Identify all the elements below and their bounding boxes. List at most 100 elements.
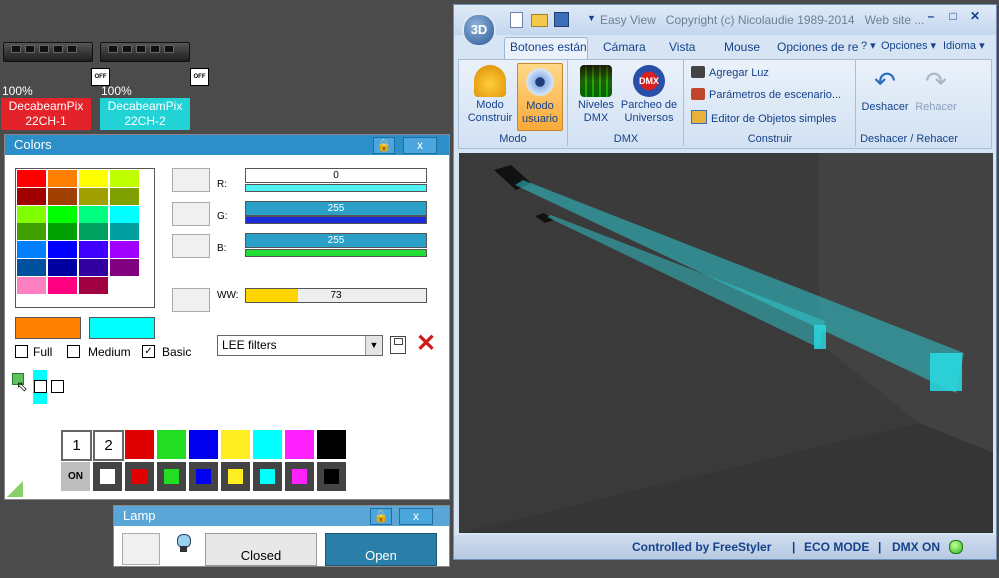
fixture-1-icon[interactable] (1, 36, 93, 66)
fixture-2-off-button[interactable]: OFF (190, 68, 209, 86)
lamp-open-button[interactable]: Open (325, 533, 437, 566)
save-filter-icon[interactable] (390, 336, 406, 354)
palette-swatch[interactable] (17, 241, 46, 259)
filter-select[interactable]: LEE filters ▼ (217, 335, 383, 356)
r-value-bar[interactable]: 0 (245, 168, 427, 183)
b-reset-button[interactable] (172, 234, 210, 258)
fixture-2-icon[interactable] (98, 36, 190, 66)
top-color-yellow[interactable] (221, 430, 250, 459)
bottom-color-cyan[interactable] (253, 462, 282, 491)
basic-checkbox[interactable]: ✓ (142, 345, 155, 358)
help-menu[interactable]: ? ▾ (861, 39, 876, 52)
palette-swatch[interactable] (17, 170, 46, 187)
parametros-escenario-button[interactable]: Parámetros de escenario... (691, 88, 841, 101)
palette-swatch[interactable] (79, 223, 108, 241)
ww-reset-button[interactable] (172, 288, 210, 312)
parcheo-universos-button[interactable]: DMX Parcheo de Universos (619, 65, 679, 125)
lamp-lock-button[interactable]: 🔒 (370, 508, 392, 525)
palette-swatch[interactable] (48, 170, 77, 187)
lamp-close-button[interactable]: x (399, 508, 433, 525)
palette-swatch[interactable] (79, 187, 108, 205)
r-reset-button[interactable] (172, 168, 210, 192)
bottom-color-white[interactable] (93, 462, 122, 491)
tab-opciones-de-render[interactable]: Opciones de re (777, 40, 858, 54)
bottom-color-magenta[interactable] (285, 462, 314, 491)
bottom-color-red[interactable] (125, 462, 154, 491)
palette-swatch[interactable] (48, 241, 77, 259)
palette-swatch[interactable] (48, 187, 77, 205)
palette-swatch[interactable] (48, 205, 77, 223)
palette-swatch[interactable] (17, 187, 46, 205)
palette-swatch[interactable] (17, 223, 46, 241)
open-folder-icon[interactable] (531, 14, 548, 27)
close-button[interactable]: ✕ (966, 9, 984, 25)
bottom-color-black[interactable] (317, 462, 346, 491)
preset-1-button[interactable]: 1 (61, 430, 92, 461)
palette-swatch[interactable] (110, 223, 139, 241)
resize-grip-icon[interactable] (7, 481, 23, 497)
palette-swatch[interactable] (79, 205, 108, 223)
palette-swatch[interactable] (110, 276, 139, 294)
new-file-icon[interactable] (510, 12, 523, 28)
save-icon[interactable] (554, 12, 569, 27)
palette-swatch[interactable] (110, 259, 139, 276)
group-select-box-1[interactable] (34, 380, 47, 393)
palette-swatch[interactable] (17, 259, 46, 276)
editor-objetos-button[interactable]: Editor de Objetos simples (691, 110, 836, 125)
top-color-black[interactable] (317, 430, 346, 459)
g-reset-button[interactable] (172, 202, 210, 226)
modo-usuario-button[interactable]: Modo usuario (517, 63, 563, 131)
preset-2-button[interactable]: 2 (93, 430, 124, 461)
palette-swatch[interactable] (48, 276, 77, 294)
ww-value-bar[interactable]: 73 (245, 288, 427, 303)
modo-construir-button[interactable]: Modo Construir (467, 65, 513, 125)
palette-swatch[interactable] (110, 170, 139, 187)
lamp-closed-button[interactable]: Closed (205, 533, 317, 566)
group-select-box-2[interactable] (51, 380, 64, 393)
palette-swatch[interactable] (48, 223, 77, 241)
palette-swatch[interactable] (17, 276, 46, 294)
tab-vista[interactable]: Vista (669, 40, 695, 54)
top-color-red[interactable] (125, 430, 154, 459)
niveles-dmx-button[interactable]: Niveles DMX (573, 65, 619, 125)
bottom-color-yellow[interactable] (221, 462, 250, 491)
palette-swatch[interactable] (79, 241, 108, 259)
palette-swatch[interactable] (17, 205, 46, 223)
agregar-luz-button[interactable]: Agregar Luz (691, 66, 769, 79)
g-value-bar[interactable]: 255 (245, 201, 427, 216)
palette-swatch[interactable] (79, 276, 108, 294)
fixture-2-label[interactable]: DecabeamPix 22CH-2 (100, 98, 190, 130)
top-color-blue[interactable] (189, 430, 218, 459)
palette-swatch[interactable] (110, 187, 139, 205)
rehacer-button[interactable]: ↷ Rehacer (911, 65, 961, 114)
3d-viewport[interactable] (459, 153, 993, 533)
current-color-swatch[interactable] (89, 317, 155, 339)
palette-swatch[interactable] (79, 170, 108, 187)
on-button[interactable]: ON (61, 462, 90, 491)
minimize-button[interactable]: – (922, 9, 940, 25)
colors-close-button[interactable]: x (403, 137, 437, 154)
deshacer-button[interactable]: ↶ Deshacer (859, 65, 911, 114)
palette-swatch[interactable] (110, 205, 139, 223)
quick-access-chevron-icon[interactable]: ▼ (587, 13, 596, 23)
palette-swatch[interactable] (110, 241, 139, 259)
idioma-menu[interactable]: Idioma ▾ (943, 39, 985, 52)
previous-color-swatch[interactable] (15, 317, 81, 339)
bottom-color-blue[interactable] (189, 462, 218, 491)
delete-filter-icon[interactable]: ✕ (416, 332, 436, 356)
full-checkbox[interactable] (15, 345, 28, 358)
lamp-reset-button[interactable] (122, 533, 160, 565)
palette-swatch[interactable] (79, 259, 108, 276)
bottom-color-green[interactable] (157, 462, 186, 491)
b-value-bar[interactable]: 255 (245, 233, 427, 248)
top-color-cyan[interactable] (253, 430, 282, 459)
maximize-button[interactable]: □ (944, 9, 962, 25)
medium-checkbox[interactable] (67, 345, 80, 358)
colors-lock-button[interactable]: 🔒 (373, 137, 395, 154)
top-color-magenta[interactable] (285, 430, 314, 459)
fixture-1-label[interactable]: DecabeamPix 22CH-1 (1, 98, 91, 130)
tab-camara[interactable]: Cámara (603, 40, 646, 54)
top-color-green[interactable] (157, 430, 186, 459)
palette-swatch[interactable] (48, 259, 77, 276)
opciones-menu[interactable]: Opciones ▾ (881, 39, 936, 52)
